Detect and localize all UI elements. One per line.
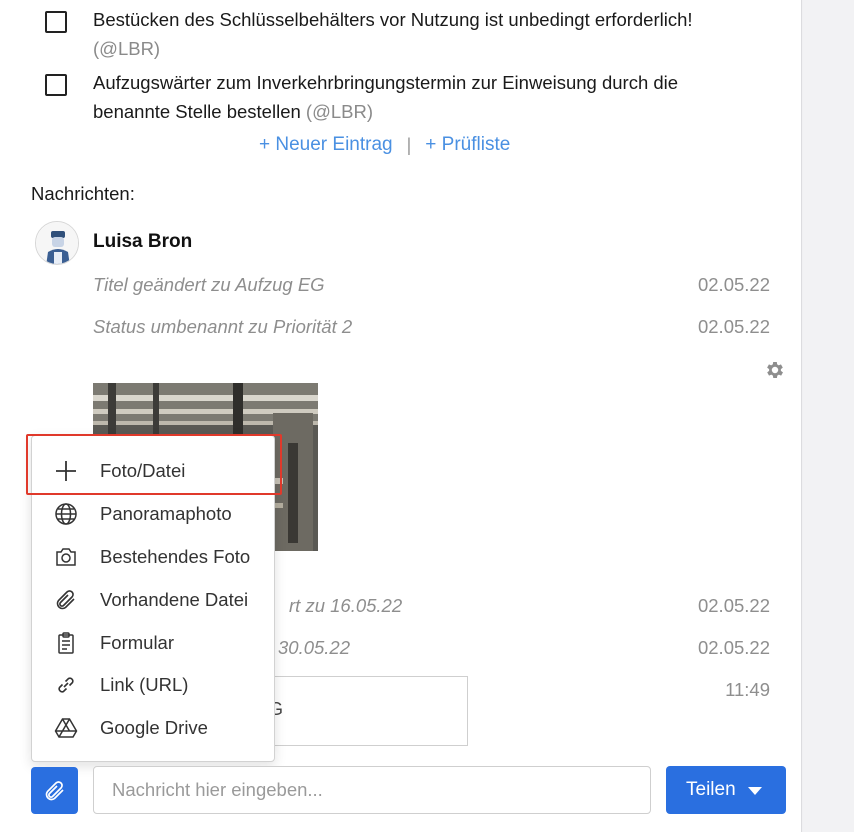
attach-button[interactable] xyxy=(31,767,78,814)
menu-item-label: Link (URL) xyxy=(100,674,189,695)
activity-time: 11:49 xyxy=(725,679,770,700)
menu-item-label: Panoramaphoto xyxy=(100,503,232,524)
google-drive-icon xyxy=(53,715,79,741)
share-button[interactable]: Teilen xyxy=(666,766,786,814)
menu-item-label: Vorhandene Datei xyxy=(100,589,249,610)
activity-date: 02.05.22 xyxy=(697,637,770,658)
caret-down-icon xyxy=(748,787,762,795)
menu-item-form[interactable]: Formular xyxy=(32,623,274,663)
right-pane-background xyxy=(803,0,854,832)
activity-date: 02.05.22 xyxy=(697,274,770,295)
messages-heading: Nachrichten: xyxy=(31,183,135,204)
clipboard-icon xyxy=(53,630,79,656)
checklist-item-text: Aufzugswärter zum Inverkehrbringungsterm… xyxy=(93,72,679,122)
message-author: Luisa Bron xyxy=(93,231,193,252)
activity-date: 02.05.22 xyxy=(697,595,770,616)
menu-item-existing-file[interactable]: Vorhandene Datei xyxy=(32,580,274,620)
activity-text: 30.05.22 xyxy=(278,637,351,658)
checklist-checkbox[interactable] xyxy=(45,11,67,33)
activity-entry: Titel geändert zu Aufzug EG 02.05.22 xyxy=(93,274,786,296)
activity-entry: Status umbenannt zu Priorität 2 02.05.22 xyxy=(93,316,786,338)
message-input[interactable] xyxy=(93,766,651,814)
menu-item-panorama[interactable]: Panoramaphoto xyxy=(32,494,274,534)
checklist-checkbox[interactable] xyxy=(45,74,67,96)
plus-icon xyxy=(53,458,79,484)
activity-text: Status umbenannt zu Priorität 2 xyxy=(93,316,353,337)
menu-item-existing-photo[interactable]: Bestehendes Foto xyxy=(32,537,274,577)
activity-text: Titel geändert zu Aufzug EG xyxy=(93,274,325,295)
checklist-add-links: + Neuer Eintrag | + Prüfliste xyxy=(259,134,510,156)
menu-item-label: Formular xyxy=(100,632,175,653)
new-entry-link[interactable]: + Neuer Eintrag xyxy=(259,134,393,156)
activity-date: 02.05.22 xyxy=(697,316,770,337)
activity-text: rt zu 16.05.22 xyxy=(289,595,403,616)
checklist-item: Bestücken des Schlüsselbehälters vor Nut… xyxy=(45,1,693,59)
menu-item-label: Bestehendes Foto xyxy=(100,546,251,567)
camera-icon xyxy=(53,544,79,570)
attached-file[interactable]: G xyxy=(250,676,468,746)
menu-item-label: Foto/Datei xyxy=(100,460,186,481)
checklist-item-mention: (@LBR) xyxy=(305,101,374,122)
task-detail-panel: Bestücken des Schlüsselbehälters vor Nut… xyxy=(0,0,802,832)
paperclip-icon xyxy=(53,587,79,613)
menu-item-link[interactable]: Link (URL) xyxy=(32,665,274,705)
avatar[interactable] xyxy=(35,221,79,265)
menu-item-photo-file[interactable]: Foto/Datei xyxy=(32,451,274,491)
link-icon xyxy=(53,672,79,698)
gear-icon[interactable] xyxy=(764,359,786,381)
attachment-menu: Foto/Datei Panoramaphoto Bestehendes Fot… xyxy=(31,435,275,762)
share-button-label: Teilen xyxy=(686,779,736,800)
globe-icon xyxy=(53,501,79,527)
checklist-item-mention: (@LBR) xyxy=(93,38,161,59)
checklist-item-text: Bestücken des Schlüsselbehälters vor Nut… xyxy=(93,9,693,30)
menu-item-label: Google Drive xyxy=(100,717,208,738)
menu-item-google-drive[interactable]: Google Drive xyxy=(32,708,274,748)
paperclip-icon xyxy=(45,780,64,800)
checklist-item: Aufzugswärter zum Inverkehrbringungsterm… xyxy=(45,64,678,122)
add-checklist-link[interactable]: + Prüfliste xyxy=(425,134,510,156)
link-separator: | xyxy=(406,134,412,155)
